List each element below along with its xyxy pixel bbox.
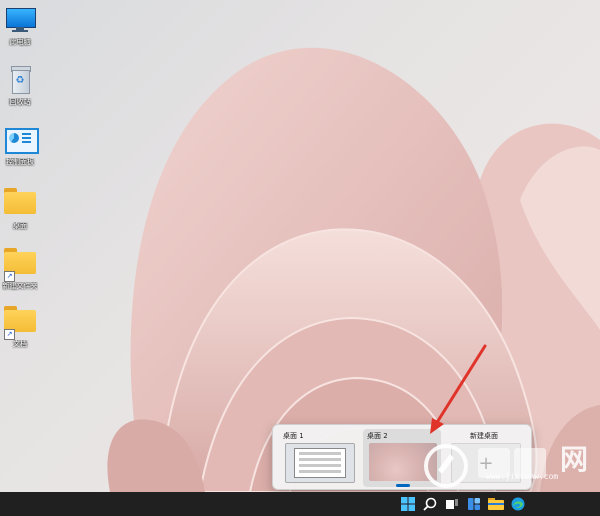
shortcut-arrow-icon: ↗ — [4, 271, 15, 282]
desktop-thumbnail — [285, 443, 355, 483]
control-panel-icon — [4, 124, 39, 156]
shortcut-arrow-icon: ↗ — [4, 329, 15, 340]
window-thumbnail — [294, 448, 346, 478]
file-explorer-icon — [488, 498, 504, 510]
active-desktop-indicator — [396, 484, 410, 487]
watermark-url: www.jixianw.com — [486, 472, 559, 481]
edge-browser-button[interactable] — [508, 494, 528, 514]
desktop-icon-label: 控制面板 — [6, 158, 34, 166]
edge-icon — [511, 497, 525, 511]
desktop-icon-label: 新建文件夹 — [2, 282, 38, 290]
desktop-icon-label: 桌面 — [13, 222, 27, 230]
task-view-icon — [446, 499, 458, 509]
search-icon — [423, 497, 437, 511]
start-icon — [401, 497, 415, 511]
desktop-icon-label: 此电脑 — [9, 38, 31, 46]
desktop-icon-recycle-bin[interactable]: ♻ 回收站 — [2, 64, 38, 107]
task-view-button[interactable] — [442, 494, 462, 514]
wallpaper-bloom — [107, 47, 600, 492]
file-explorer-button[interactable] — [486, 494, 506, 514]
watermark-text: 网 — [560, 443, 591, 476]
desktop-icon-documents[interactable]: ↗ 文档 — [2, 302, 38, 349]
widgets-button[interactable] — [464, 494, 484, 514]
desktop-icon-new-folder[interactable]: ↗ 新建文件夹 — [2, 244, 38, 291]
taskbar — [0, 492, 600, 516]
start-button[interactable] — [398, 494, 418, 514]
folder-shortcut-icon: ↗ — [4, 248, 36, 282]
desktop-icon-this-pc[interactable]: 此电脑 — [2, 4, 38, 47]
folder-shortcut-icon: ↗ — [4, 306, 36, 340]
desktop-icon-control-panel[interactable]: 控制面板 — [2, 124, 39, 167]
desktop-icon-label: 回收站 — [9, 98, 31, 106]
desktop-icon-desktop-folder[interactable]: 桌面 — [2, 184, 38, 231]
desktop-icon-label: 文档 — [13, 340, 27, 348]
folder-icon — [4, 188, 36, 220]
virtual-desktop-label: 桌面 1 — [283, 432, 304, 440]
search-button[interactable] — [420, 494, 440, 514]
virtual-desktop-1[interactable]: 桌面 1 — [279, 429, 357, 487]
widgets-icon — [468, 498, 480, 510]
recycle-bin-icon: ♻ — [4, 64, 36, 96]
virtual-desktop-label: 桌面 2 — [367, 432, 388, 440]
monitor-icon — [4, 4, 36, 36]
